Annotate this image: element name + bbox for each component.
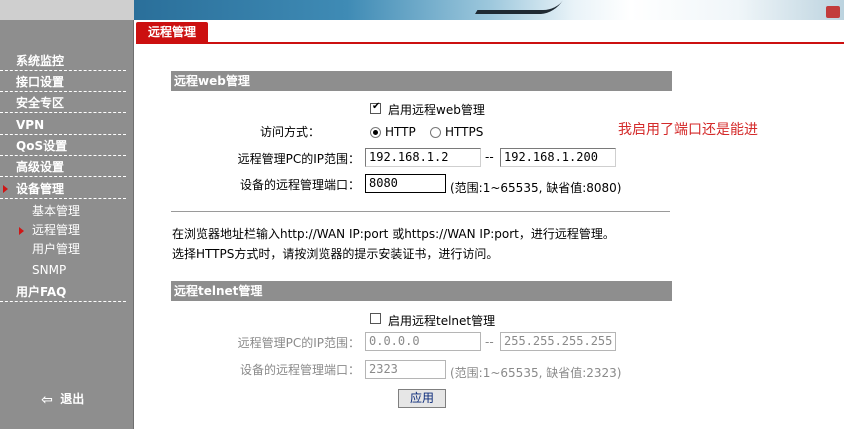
web-port-input[interactable]: 8080 bbox=[365, 174, 446, 193]
header-mark bbox=[826, 6, 840, 18]
telnet-section-header: 远程telnet管理 bbox=[171, 281, 672, 301]
telnet-enable-checkbox[interactable] bbox=[370, 313, 381, 324]
sidebar-item-interface[interactable]: 接口设置 bbox=[0, 72, 126, 92]
sidebar-item-vpn[interactable]: VPN bbox=[0, 115, 126, 135]
telnet-ip-range-label: 远程管理PC的IP范围： bbox=[237, 336, 360, 350]
range-dash: -- bbox=[485, 150, 494, 164]
section-divider bbox=[171, 211, 670, 212]
sidebar-sub-label: 远程管理 bbox=[32, 223, 81, 237]
web-port-hint: (范围:1~65535, 缺省值:8080) bbox=[450, 181, 622, 195]
logout-icon: ⇦ bbox=[41, 391, 53, 408]
web-port-label: 设备的远程管理端口： bbox=[239, 178, 360, 192]
sidebar-sub-basic[interactable]: 基本管理 bbox=[0, 202, 126, 221]
sidebar-item-system-monitor[interactable]: 系统监控 bbox=[0, 51, 126, 71]
sidebar: 系统监控 接口设置 安全专区 VPN QoS设置 高级设置 设备管理 基本管理 … bbox=[0, 20, 134, 429]
sidebar-item-device-mgmt[interactable]: 设备管理 bbox=[0, 179, 126, 199]
https-radio[interactable] bbox=[430, 127, 441, 138]
active-arrow-icon bbox=[19, 227, 24, 235]
sidebar-sub-remote[interactable]: 远程管理 bbox=[0, 221, 126, 240]
logout-label: 退出 bbox=[60, 392, 85, 406]
sidebar-sub-users[interactable]: 用户管理 bbox=[0, 240, 126, 259]
range-dash: -- bbox=[485, 335, 494, 349]
tab-underline bbox=[136, 42, 844, 44]
apply-button[interactable]: 应用 bbox=[398, 389, 446, 408]
radio-dot-icon bbox=[373, 130, 378, 135]
web-ip-start-input[interactable]: 192.168.1.2 bbox=[365, 148, 481, 167]
header-art bbox=[134, 0, 844, 20]
logout-button[interactable]: ⇦ 退出 bbox=[38, 390, 84, 408]
sidebar-item-label: 设备管理 bbox=[16, 182, 65, 196]
sidebar-item-security[interactable]: 安全专区 bbox=[0, 93, 126, 113]
header-swoosh bbox=[474, 0, 564, 14]
web-enable-checkbox[interactable]: ✔ bbox=[370, 101, 381, 114]
sidebar-sub-snmp[interactable]: SNMP bbox=[0, 261, 126, 280]
https-radio-label: HTTPS bbox=[445, 125, 484, 139]
telnet-ip-end-input[interactable]: 255.255.255.255 bbox=[500, 332, 616, 351]
active-arrow-icon bbox=[3, 185, 8, 193]
access-method-label: 访问方式： bbox=[259, 125, 320, 139]
sidebar-item-faq[interactable]: 用户FAQ bbox=[0, 282, 126, 302]
note-line-2: 选择HTTPS方式时，请按浏览器的提示安装证书，进行访问。 bbox=[172, 247, 499, 261]
web-section-header: 远程web管理 bbox=[171, 71, 672, 91]
web-ip-range-label: 远程管理PC的IP范围： bbox=[237, 152, 360, 166]
sidebar-edge bbox=[133, 20, 134, 429]
check-icon: ✔ bbox=[372, 101, 381, 112]
telnet-enable-label: 启用远程telnet管理 bbox=[388, 314, 496, 328]
telnet-port-label: 设备的远程管理端口： bbox=[239, 363, 360, 377]
http-radio-label: HTTP bbox=[385, 125, 416, 139]
user-annotation: 我启用了端口还是能进 bbox=[618, 122, 758, 138]
telnet-port-hint: (范围:1~65535, 缺省值:2323) bbox=[450, 366, 622, 380]
header-left bbox=[0, 0, 134, 20]
web-ip-end-input[interactable]: 192.168.1.200 bbox=[500, 148, 616, 167]
telnet-ip-start-input[interactable]: 0.0.0.0 bbox=[365, 332, 481, 351]
tab-remote-mgmt[interactable]: 远程管理 bbox=[136, 22, 208, 42]
note-line-1: 在浏览器地址栏输入http://WAN IP:port 或https://WAN… bbox=[172, 227, 615, 241]
sidebar-item-advanced[interactable]: 高级设置 bbox=[0, 157, 126, 177]
web-enable-label: 启用远程web管理 bbox=[388, 103, 485, 117]
http-radio[interactable] bbox=[370, 127, 381, 138]
telnet-port-input[interactable]: 2323 bbox=[365, 360, 446, 379]
header-banner bbox=[0, 0, 844, 20]
sidebar-item-qos[interactable]: QoS设置 bbox=[0, 136, 126, 156]
